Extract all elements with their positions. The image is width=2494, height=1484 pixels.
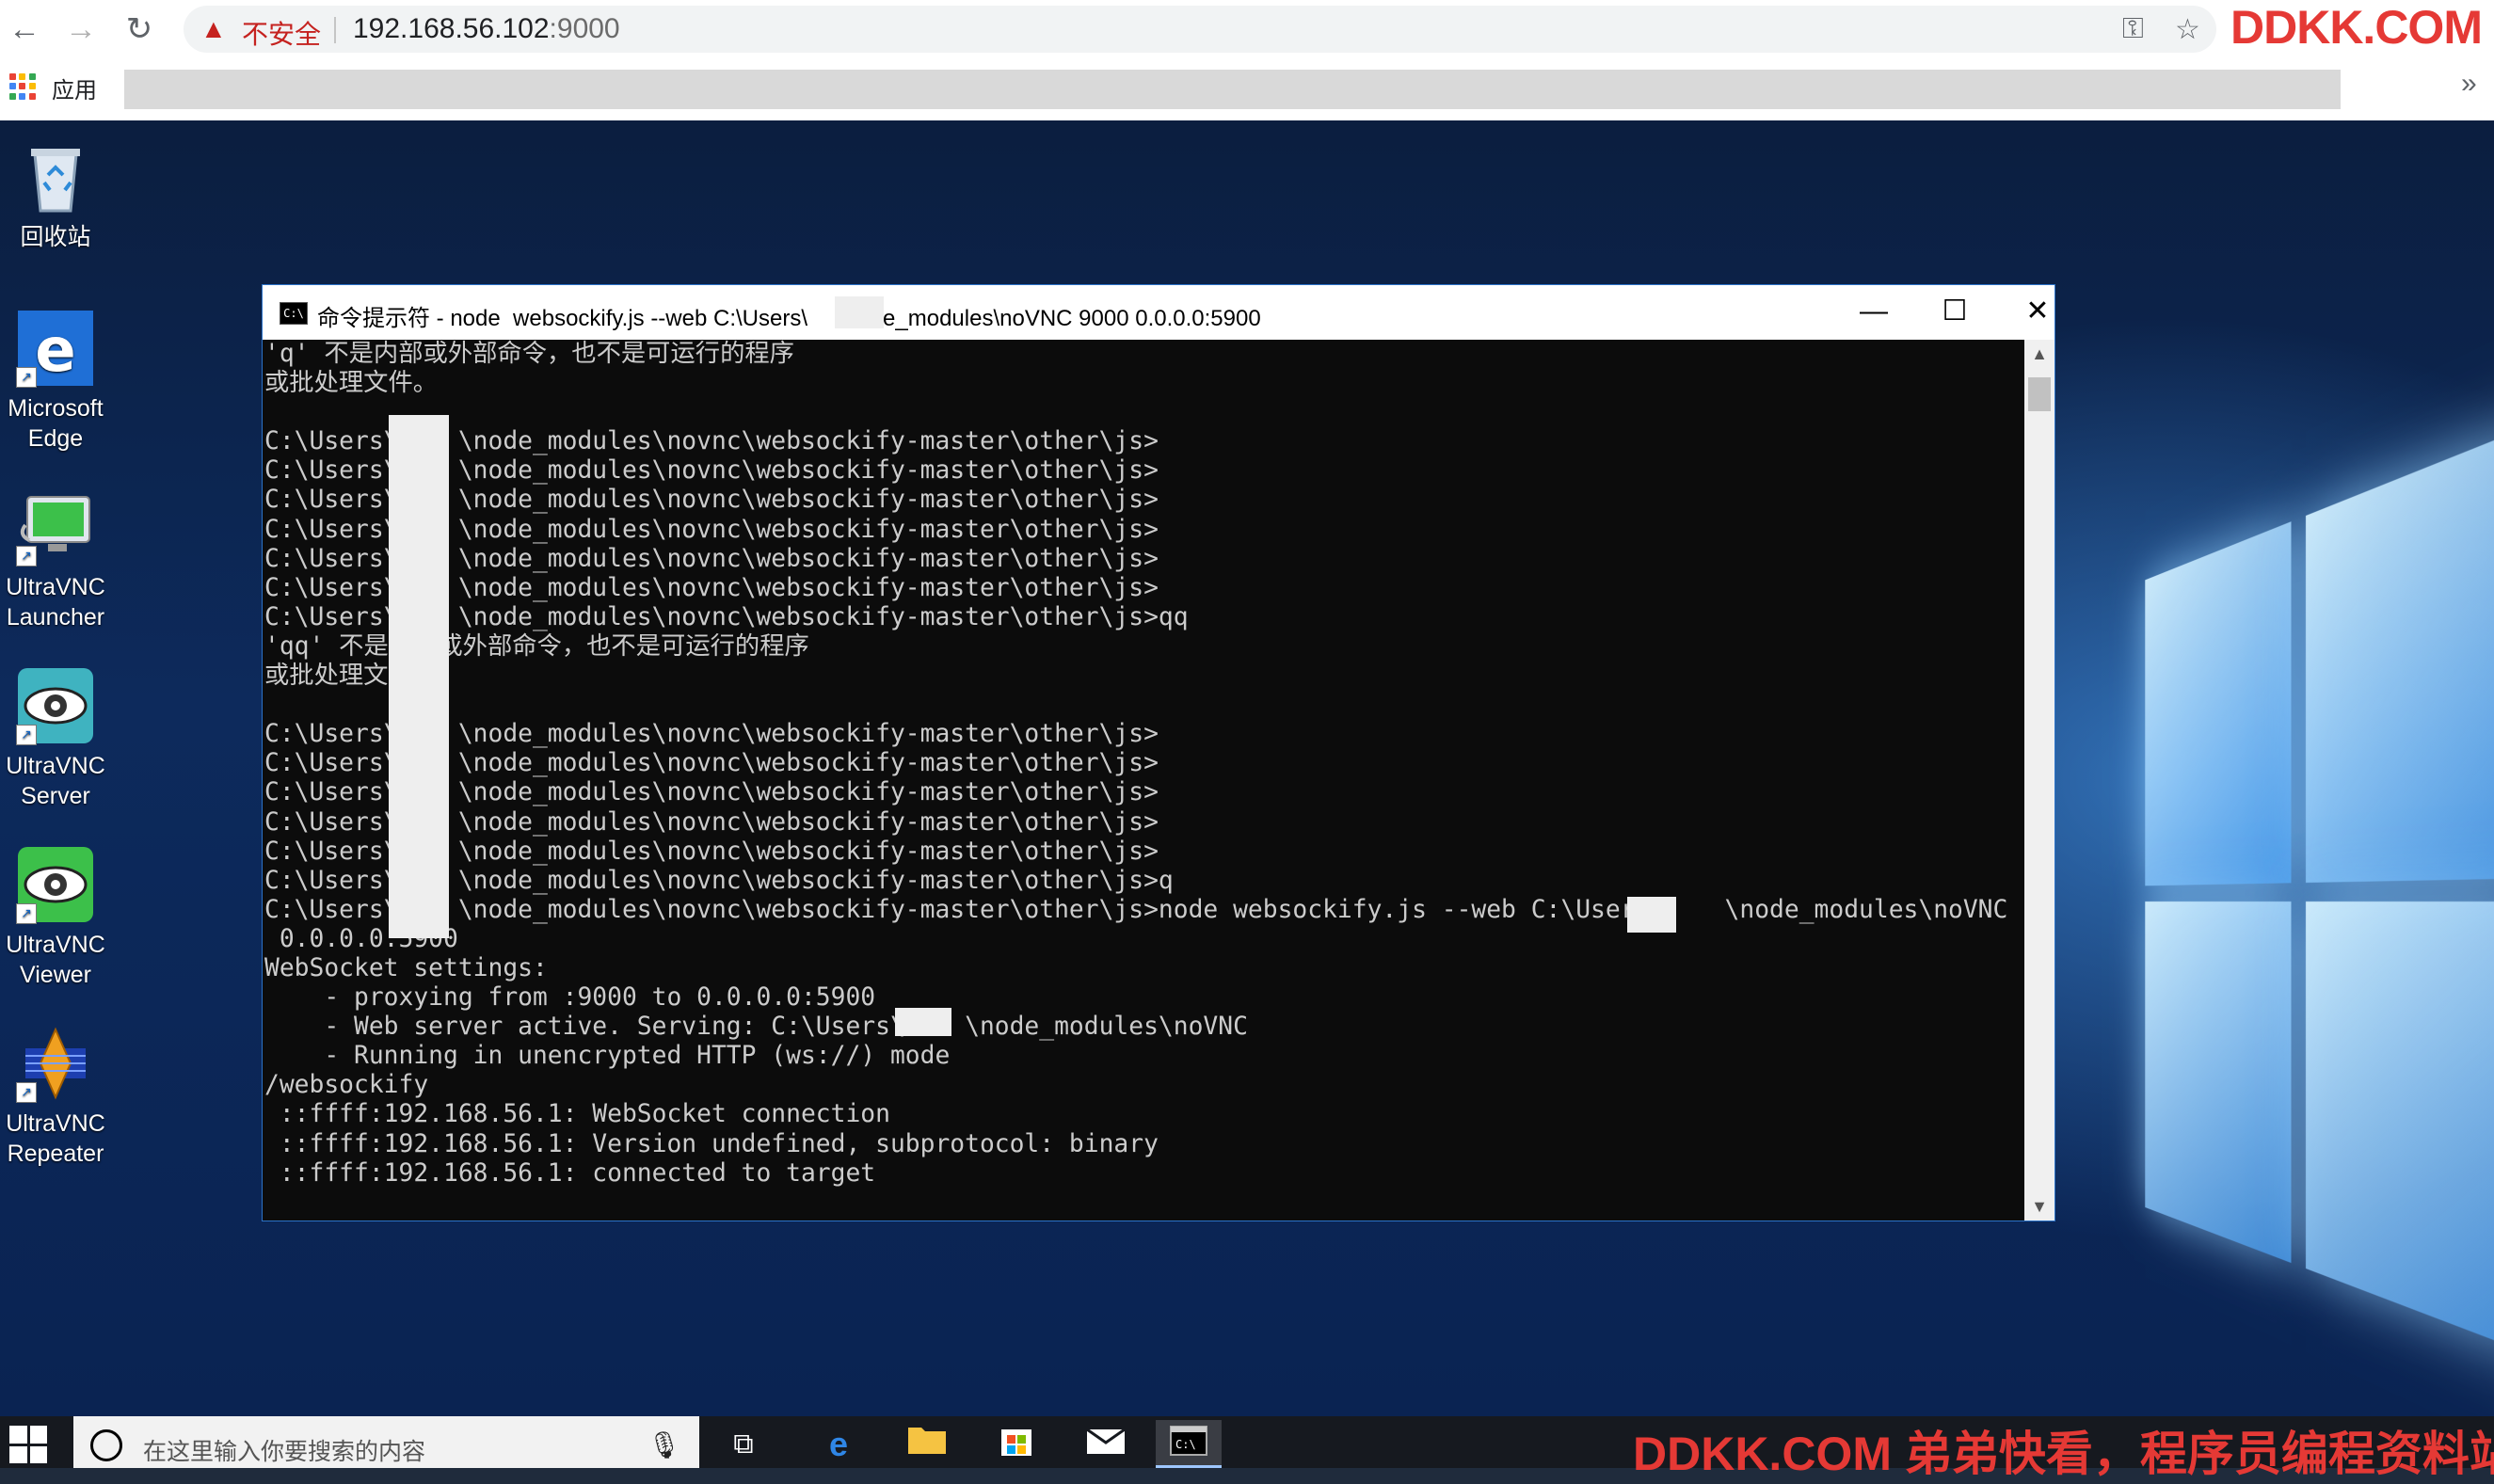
store-icon[interactable] <box>983 1420 1049 1468</box>
key-icon[interactable]: ⚿ <box>2122 13 2144 45</box>
apps-label[interactable]: 应用 <box>52 72 97 104</box>
repeater-icon: ↗ <box>16 1024 95 1103</box>
bottom-watermark: DDKK.COM 弟弟快看，程序员编程资料站 <box>1633 1428 2494 1480</box>
console-text: 'q' 不是内部或外部命令，也不是可运行的程序 或批处理文件。 C:\Users… <box>264 340 2008 1188</box>
reload-icon[interactable]: ↻ <box>120 10 158 48</box>
url-text[interactable]: 192.168.56.102:9000 <box>353 13 620 45</box>
address-row: ← → ↻ ▲ 不安全 192.168.56.102:9000 ⚿ ☆ DDKK… <box>0 0 2494 58</box>
icon-label: 回收站 <box>20 224 91 250</box>
insecure-label[interactable]: 不安全 <box>242 14 321 52</box>
desktop-icon-ultravnc-server[interactable]: ↗ UltraVNC Server <box>0 666 111 811</box>
desktop-icon-ultravnc-repeater[interactable]: ↗ UltraVNC Repeater <box>0 1024 111 1169</box>
apps-grid-icon[interactable] <box>9 73 36 100</box>
desktop-icon-ultravnc-viewer[interactable]: ↗ UltraVNC Viewer <box>0 845 111 990</box>
brand-watermark: DDKK.COM <box>2230 1 2483 54</box>
scrollbar-thumb[interactable] <box>2028 377 2051 411</box>
scrollbar[interactable]: ▲ ▼ <box>2024 340 2054 1221</box>
file-explorer-icon[interactable] <box>894 1420 960 1468</box>
desktop-icon-ultravnc-launcher[interactable]: ↗ UltraVNC Launcher <box>0 487 111 632</box>
icon-label: UltraVNC <box>6 574 105 600</box>
edge-icon: e ↗ <box>16 309 95 388</box>
windows-start-icon[interactable] <box>9 1426 47 1463</box>
star-icon[interactable]: ☆ <box>2175 13 2200 46</box>
eye-icon: ↗ <box>16 666 95 745</box>
svg-text:C:\: C:\ <box>1175 1438 1196 1451</box>
bookmarks-placeholder <box>124 70 2341 109</box>
redaction-block <box>389 415 449 938</box>
divider <box>334 17 336 43</box>
shortcut-arrow-icon: ↗ <box>16 903 37 924</box>
taskbar-search[interactable]: 在这里输入你要搜索的内容 🎙 <box>73 1416 699 1468</box>
recycle-bin-icon <box>16 137 95 216</box>
icon-label: UltraVNC <box>6 1110 105 1137</box>
cmd-title-bar[interactable]: C:\ 命令提示符 - node websockify.js --web C:\… <box>263 285 2054 340</box>
url-host: 192.168.56.102 <box>353 13 550 44</box>
maximize-button[interactable]: ☐ <box>1926 293 1983 330</box>
windows-logo-wallpaper <box>2145 419 2494 1383</box>
cmd-icon: C:\ <box>280 302 308 325</box>
mail-icon[interactable] <box>1073 1420 1139 1468</box>
icon-label: UltraVNC <box>6 932 105 958</box>
svg-text:e: e <box>35 316 75 386</box>
task-view-icon[interactable]: ⧉ <box>711 1420 776 1468</box>
icon-label: Viewer <box>20 962 91 988</box>
shortcut-arrow-icon: ↗ <box>16 546 37 566</box>
forward-icon[interactable]: → <box>62 10 100 48</box>
warning-icon: ▲ <box>200 14 227 43</box>
eye-icon: ↗ <box>16 845 95 924</box>
console-output[interactable]: 'q' 不是内部或外部命令，也不是可运行的程序 或批处理文件。 C:\Users… <box>263 340 2022 1221</box>
address-bar[interactable]: ▲ 不安全 192.168.56.102:9000 ⚿ ☆ <box>184 6 2216 53</box>
icon-label: Microsoft <box>8 395 104 422</box>
redaction-block <box>895 1008 951 1036</box>
minimize-button[interactable]: — <box>1846 293 1902 330</box>
icon-label: UltraVNC <box>6 753 105 779</box>
scroll-up-icon[interactable]: ▲ <box>2024 340 2054 368</box>
shortcut-arrow-icon: ↗ <box>16 725 37 745</box>
window-title: 命令提示符 - node websockify.js --web C:\User… <box>317 306 1261 331</box>
microphone-icon[interactable]: 🎙 <box>647 1429 681 1460</box>
icon-label: Launcher <box>6 604 105 630</box>
icon-label: Repeater <box>7 1141 104 1167</box>
monitor-icon: ↗ <box>16 487 95 566</box>
bookmarks-overflow-icon[interactable]: » <box>2461 68 2477 100</box>
icon-label: Server <box>21 783 90 809</box>
url-port: :9000 <box>549 13 620 44</box>
redaction-block <box>1627 897 1676 933</box>
edge-icon[interactable]: e <box>806 1420 871 1468</box>
browser-chrome: ← → ↻ ▲ 不安全 192.168.56.102:9000 ⚿ ☆ DDKK… <box>0 0 2494 120</box>
scroll-down-icon[interactable]: ▼ <box>2024 1192 2054 1221</box>
desktop-icon-recycle-bin[interactable]: 回收站 <box>0 137 111 252</box>
shortcut-arrow-icon: ↗ <box>16 1082 37 1103</box>
shortcut-arrow-icon: ↗ <box>16 367 37 388</box>
search-icon <box>90 1429 122 1461</box>
back-icon[interactable]: ← <box>6 10 43 48</box>
icon-label: Edge <box>27 425 84 452</box>
desktop-icon-edge[interactable]: e ↗ Microsoft Edge <box>0 309 111 454</box>
cmd-icon[interactable]: C:\ <box>1156 1420 1222 1468</box>
cmd-window[interactable]: C:\ 命令提示符 - node websockify.js --web C:\… <box>262 284 2055 1221</box>
search-placeholder: 在这里输入你要搜索的内容 <box>143 1439 426 1465</box>
bookmarks-bar: 应用 » <box>0 60 2494 120</box>
redaction-block <box>835 296 884 328</box>
close-button[interactable]: ✕ <box>2009 293 2066 330</box>
